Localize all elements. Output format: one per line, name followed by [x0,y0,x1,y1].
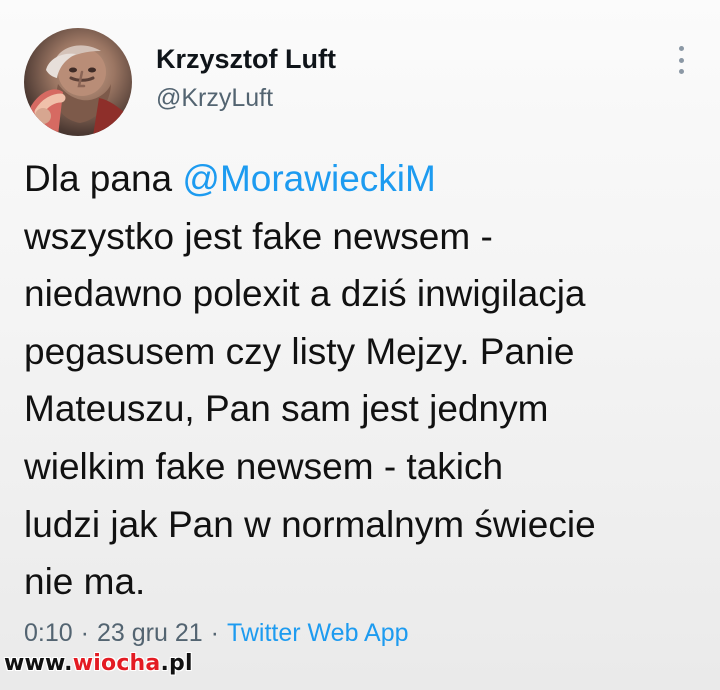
watermark-prefix: www. [4,651,73,676]
tweet-line: ludzi jak Pan w normalnym świecie [24,503,596,545]
tweet-line: wszystko jest fake newsem - [24,215,493,257]
tweet-meta: 0:10 · 23 gru 21 · Twitter Web App [24,617,409,649]
tweet-text: Dla pana @MorawieckiM wszystko jest fake… [24,150,694,611]
meta-separator: · [210,619,219,647]
watermark-suffix: .pl [160,651,193,676]
tweet-line: nie ma. [24,561,146,603]
avatar[interactable] [24,28,132,136]
tweet-time[interactable]: 0:10 [24,619,73,647]
tweet-line: niedawno polexit a dziś inwigilacja [24,273,586,315]
watermark: www.wiocha.pl [4,651,193,676]
tweet-line: Mateuszu, Pan sam jest jednym [24,388,549,430]
tweet-line: pegasusem czy listy Mejzy. Panie [24,330,575,372]
watermark-brand: wiocha [72,651,161,676]
more-vertical-icon[interactable] [676,46,686,74]
tweet-card: Krzysztof Luft @KrzyLuft Dla pana @Moraw… [0,0,720,690]
tweet-source-link[interactable]: Twitter Web App [227,619,409,647]
menu-dot [678,57,684,63]
author-name[interactable]: Krzysztof Luft [156,42,336,76]
meta-separator: · [80,619,89,647]
author-handle[interactable]: @KrzyLuft [156,82,336,114]
tweet-line: wielkim fake newsem - takich [24,445,504,487]
author-block: Krzysztof Luft @KrzyLuft [156,42,336,114]
tweet-text-prefix: Dla pana [24,158,183,199]
menu-dot [678,46,684,51]
tweet-date[interactable]: 23 gru 21 [97,619,203,647]
tweet-line: Dla pana @MorawieckiM [24,150,694,208]
menu-dot [678,69,684,74]
mention-link[interactable]: @MorawieckiM [182,158,435,199]
